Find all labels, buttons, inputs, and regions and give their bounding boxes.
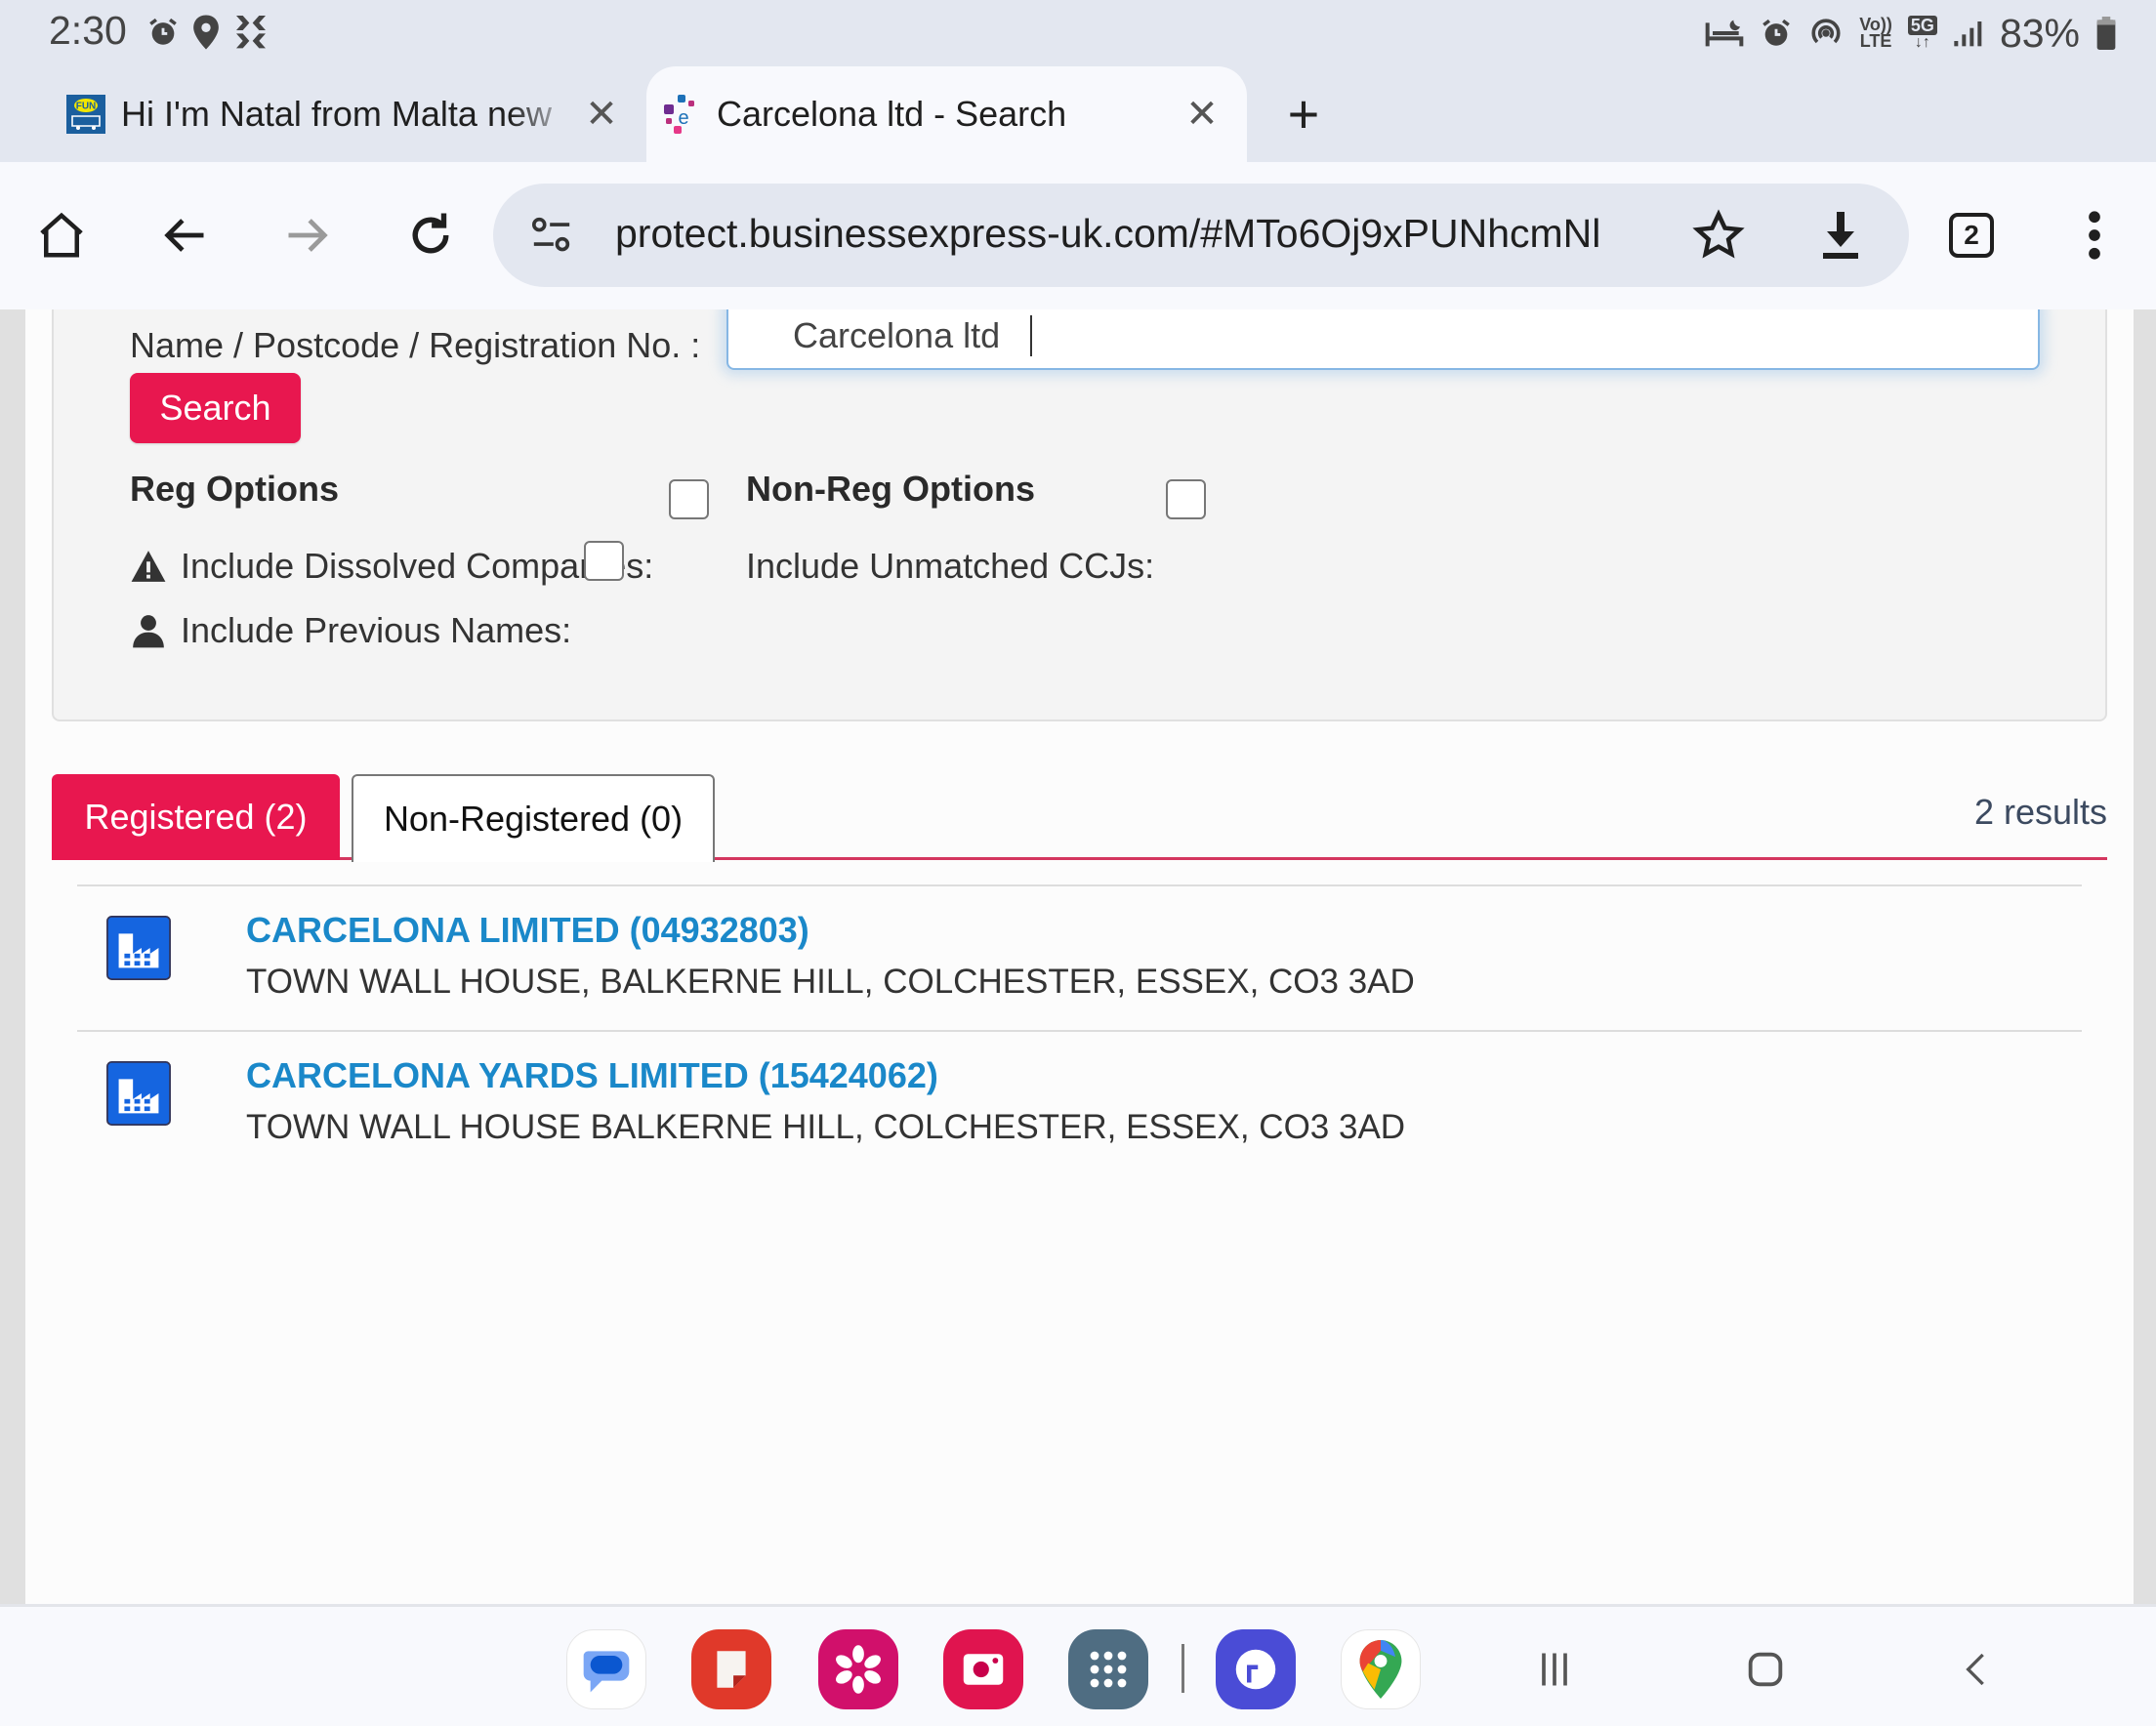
dock-music-app[interactable] (1216, 1629, 1296, 1709)
dissolved-option: Include Dissolved Companies: (130, 546, 653, 587)
apps-grid-icon (1090, 1651, 1127, 1688)
building-icon (106, 1061, 171, 1126)
close-tab-icon[interactable]: ✕ (578, 91, 625, 138)
home-nav-icon (1748, 1652, 1783, 1687)
battery-percent: 83% (1999, 10, 2080, 56)
web-page: Name / Postcode / Registration No. : Sea… (0, 309, 2156, 1604)
tab-title: Carcelona ltd - Search (717, 94, 1067, 134)
new-tab-button[interactable]: + (1274, 83, 1333, 144)
results-count: 2 results (1973, 792, 2107, 832)
tab-title: Hi I'm Natal from Malta new (121, 94, 552, 134)
company-address: TOWN WALL HOUSE BALKERNE HILL, COLCHESTE… (246, 1108, 1406, 1146)
tab-non-registered[interactable]: Non-Registered (0) (352, 774, 715, 862)
search-panel: Name / Postcode / Registration No. : Sea… (52, 309, 2107, 721)
building-icon (106, 916, 171, 980)
flower-icon (836, 1645, 881, 1694)
signal-icon (1954, 21, 1982, 47)
menu-button[interactable] (2060, 201, 2129, 269)
previous-names-option: Include Previous Names: (130, 610, 571, 651)
status-time: 2:30 (49, 8, 127, 53)
bedtime-icon (1705, 20, 1744, 47)
reload-icon (412, 213, 449, 254)
user-icon (133, 615, 164, 648)
back-button[interactable] (150, 201, 219, 269)
home-nav-button[interactable] (1730, 1634, 1801, 1705)
home-button[interactable] (27, 201, 96, 269)
list-item[interactable]: CARCELONA LIMITED (04932803) TOWN WALL H… (77, 884, 2082, 1030)
forward-arrow-icon (288, 219, 328, 252)
browser-toolbar: protect.businessexpress-uk.com/#MTo6Oj9x… (0, 162, 2156, 309)
unmatched-ccjs-option: Include Unmatched CCJs: (746, 546, 1155, 586)
status-bar: 2:30 Vo)) LTE 5G ↓↑ 83% (0, 0, 2156, 66)
back-arrow-icon (164, 219, 204, 252)
bookmark-button[interactable] (1689, 206, 1748, 265)
status-icons: Vo)) LTE 5G ↓↑ 83% (1705, 6, 2117, 61)
fun-campervan-favicon: FUN (66, 95, 105, 134)
maps-pin-icon (1359, 1640, 1402, 1699)
site-settings-icon[interactable] (530, 216, 573, 255)
search-button[interactable]: Search (130, 373, 301, 443)
dock-gallery-app[interactable] (818, 1629, 898, 1709)
svg-text:FUN: FUN (76, 101, 97, 111)
back-nav-icon (1966, 1653, 1984, 1686)
company-name-link[interactable]: CARCELONA YARDS LIMITED (15424062) (246, 1055, 938, 1096)
url-text[interactable]: protect.businessexpress-uk.com/#MTo6Oj9x… (615, 211, 1650, 257)
music-icon (1235, 1649, 1276, 1690)
tab-registered[interactable]: Registered (2) (52, 774, 340, 860)
company-name-link[interactable]: CARCELONA LIMITED (04932803) (246, 910, 809, 951)
browser-tab-strip: FUN Hi I'm Natal from Malta new ✕ e Carc… (0, 66, 2156, 162)
bank-app-icon (229, 14, 272, 51)
dock-app-drawer[interactable] (1068, 1629, 1148, 1709)
recent-apps-button[interactable] (1519, 1634, 1590, 1705)
download-button[interactable] (1811, 206, 1870, 265)
home-icon (40, 212, 83, 258)
alarm-icon (1762, 19, 1791, 46)
recents-icon (1542, 1653, 1567, 1686)
system-navigation-bar (0, 1604, 2156, 1726)
volte-icon: Vo)) LTE (1859, 15, 1892, 51)
dock-camera-app[interactable] (943, 1629, 1023, 1709)
alarm-icon (145, 14, 182, 51)
browser-tab-active[interactable]: e Carcelona ltd - Search ✕ (646, 66, 1247, 162)
star-icon (1692, 209, 1745, 259)
more-vert-icon (2089, 211, 2100, 260)
text-caret (1030, 315, 1032, 356)
experian-favicon: e (664, 95, 694, 134)
nonreg-options-heading: Non-Reg Options (746, 469, 1035, 509)
search-input[interactable] (726, 309, 2040, 370)
notes-icon (717, 1651, 746, 1688)
camera-icon (963, 1654, 1004, 1685)
location-icon (191, 14, 221, 51)
messages-icon (583, 1651, 630, 1693)
back-nav-button[interactable] (1941, 1634, 2011, 1705)
tab-count-icon: 2 (1949, 213, 1994, 258)
address-bar[interactable]: protect.businessexpress-uk.com/#MTo6Oj9x… (493, 184, 1909, 287)
svg-text:e: e (678, 107, 688, 129)
warning-icon (131, 551, 166, 582)
browser-tab[interactable]: FUN Hi I'm Natal from Malta new ✕ (51, 66, 646, 162)
reg-options-heading: Reg Options (130, 469, 339, 509)
close-tab-icon[interactable]: ✕ (1179, 91, 1225, 138)
hotspot-icon (1811, 19, 1841, 44)
5g-icon: 5G ↓↑ (1907, 16, 1937, 51)
reload-button[interactable] (396, 201, 465, 269)
dock-messages-app[interactable] (566, 1629, 646, 1709)
dock-divider (1182, 1644, 1184, 1693)
download-icon (1823, 212, 1858, 259)
list-item[interactable]: CARCELONA YARDS LIMITED (15424062) TOWN … (77, 1030, 2082, 1175)
results-list: CARCELONA LIMITED (04932803) TOWN WALL H… (77, 884, 2082, 1175)
dock-notes-app[interactable] (691, 1629, 771, 1709)
forward-button[interactable] (273, 201, 342, 269)
include-dissolved-checkbox[interactable] (669, 479, 709, 519)
results-tabs: Registered (2) Non-Registered (0) 2 resu… (52, 774, 2107, 862)
battery-icon (2096, 17, 2116, 50)
dock-maps-app[interactable] (1341, 1629, 1421, 1709)
company-address: TOWN WALL HOUSE, BALKERNE HILL, COLCHEST… (246, 963, 1415, 1001)
include-unmatched-ccjs-checkbox[interactable] (1166, 479, 1206, 519)
tab-switcher-button[interactable]: 2 (1937, 201, 2006, 269)
include-previous-names-checkbox[interactable] (584, 541, 624, 581)
page-content: Name / Postcode / Registration No. : Sea… (25, 309, 2134, 1604)
